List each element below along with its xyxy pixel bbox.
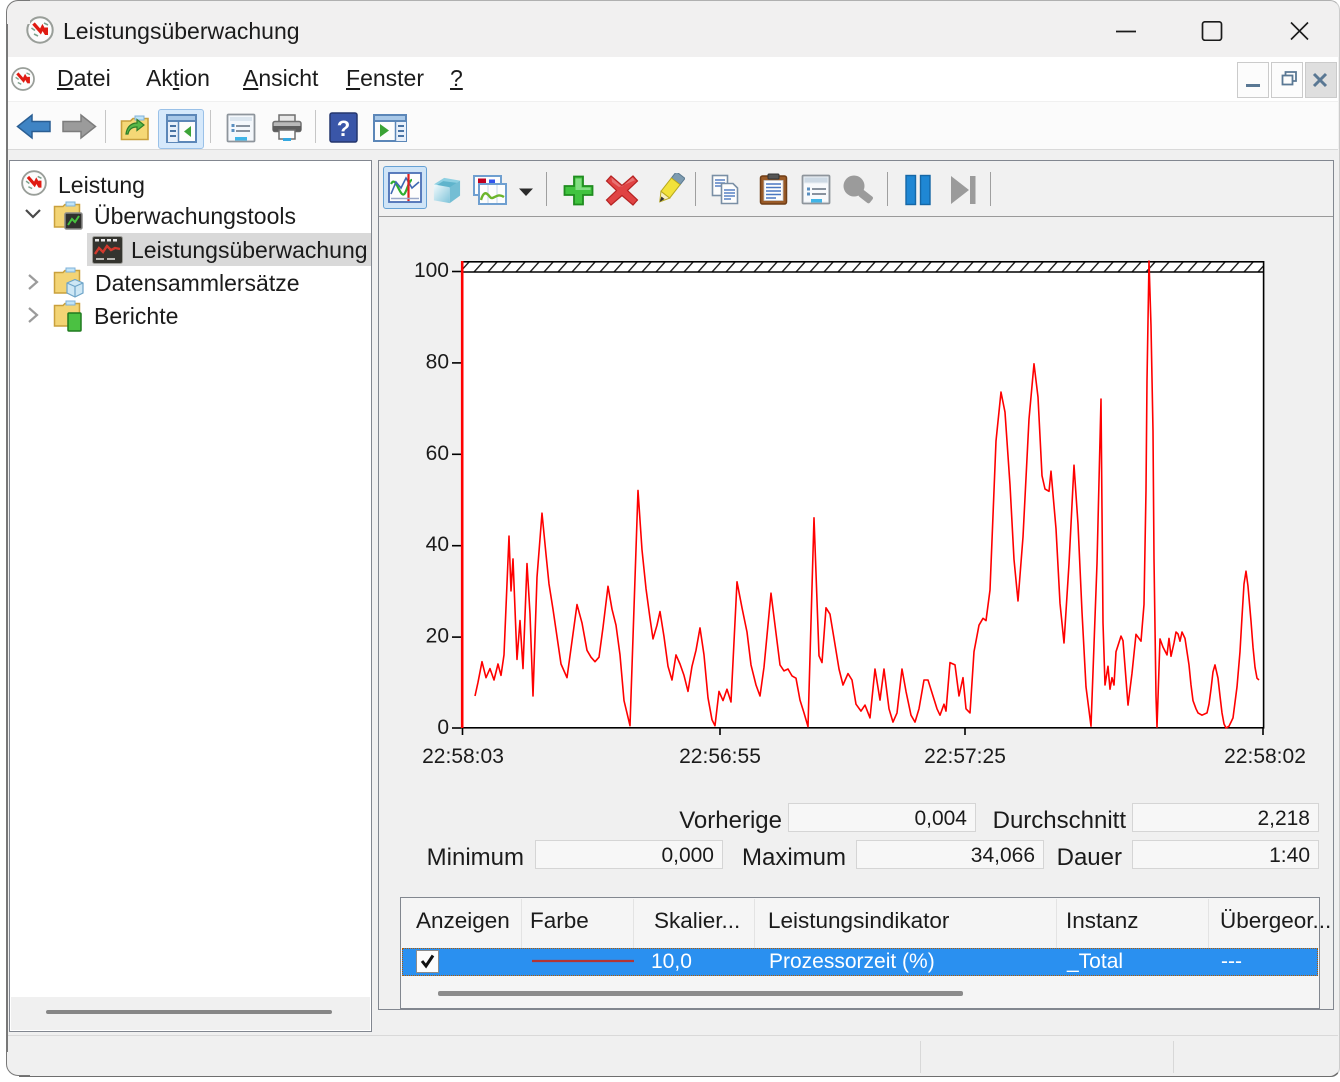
svg-text:22:57:25: 22:57:25: [924, 745, 1006, 768]
svg-text:22:58:03: 22:58:03: [422, 745, 504, 768]
svg-text:?: ?: [337, 116, 350, 141]
svg-text:100: 100: [414, 259, 449, 282]
svg-text:22:56:55: 22:56:55: [679, 745, 761, 768]
svg-text:40: 40: [426, 533, 449, 556]
svg-text:60: 60: [426, 442, 449, 465]
svg-text:0: 0: [437, 716, 449, 739]
svg-text:22:58:02: 22:58:02: [1224, 745, 1306, 768]
svg-text:20: 20: [426, 625, 449, 648]
svg-text:80: 80: [426, 350, 449, 373]
